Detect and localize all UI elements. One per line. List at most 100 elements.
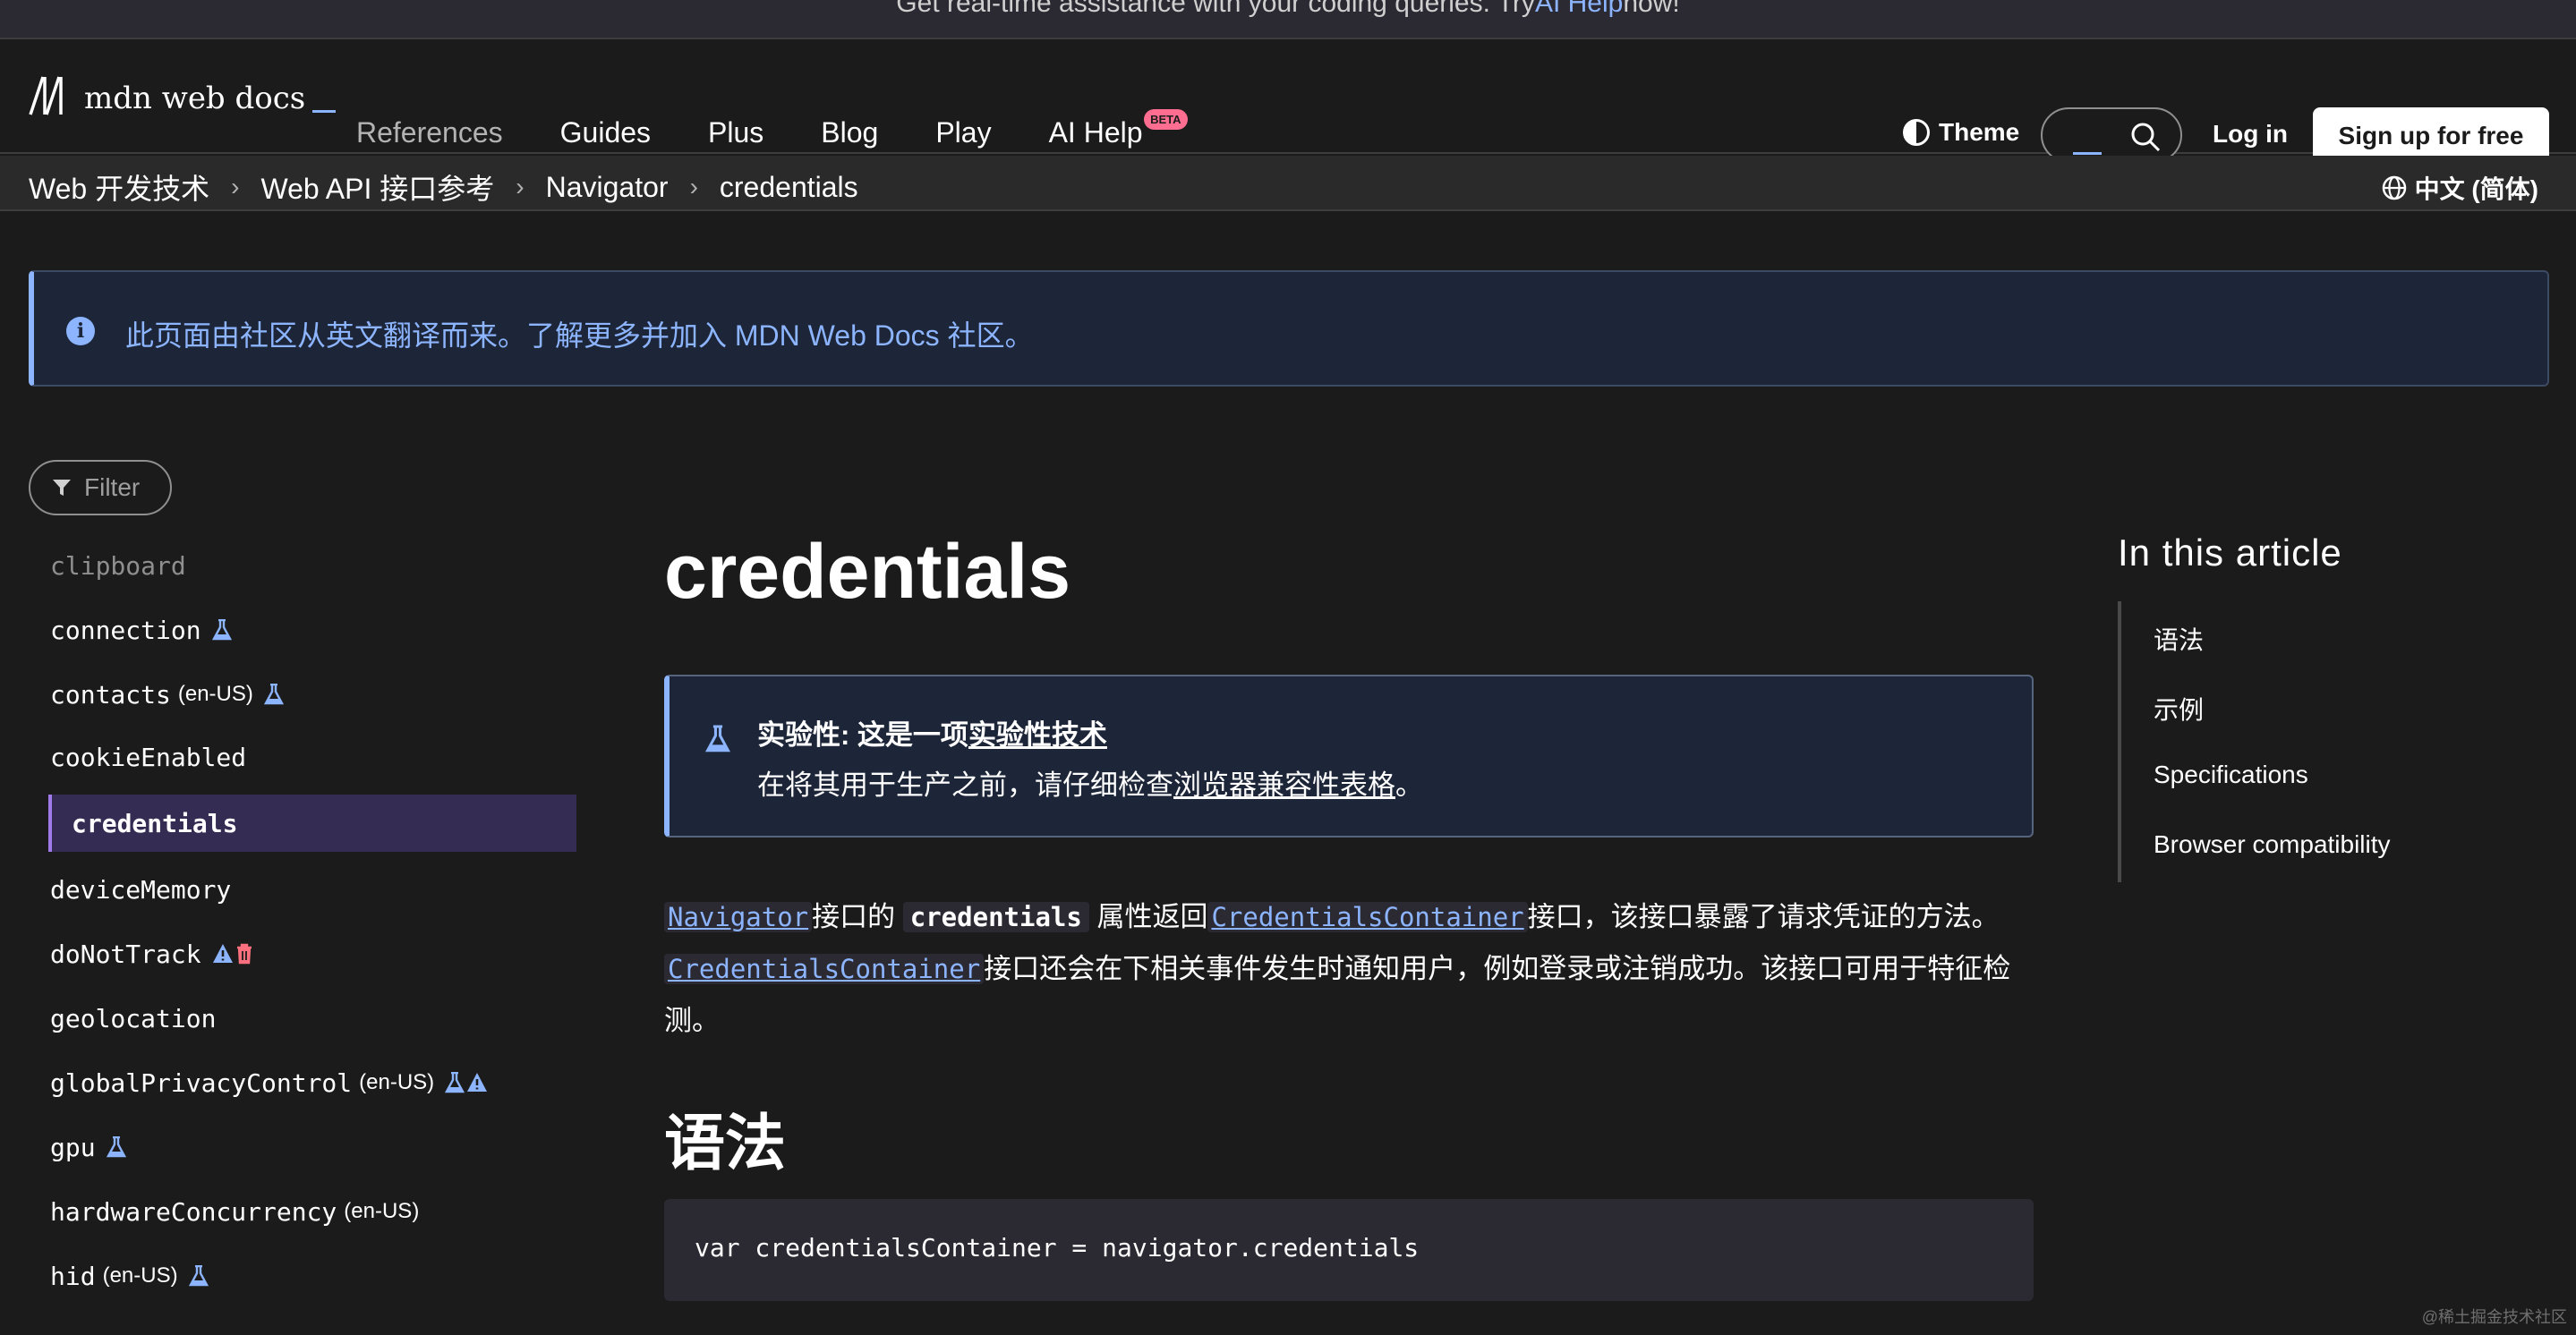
theme-label: Theme [1939, 118, 2020, 146]
nav-ai-help-label: AI Help [1048, 116, 1143, 149]
banner-suffix: now! [1623, 0, 1680, 18]
non-standard-warning-icon [212, 944, 233, 963]
experimental-flask-icon [106, 1136, 126, 1158]
intro-paragraph: Navigator 接口的 credentials 属性返回 Credentials… [664, 891, 2034, 1046]
intro-text-3: 接口，该接口暴露了请求凭证的方法。 [1527, 901, 2000, 932]
sidebar-item-hid[interactable]: hid (en-US) [50, 1247, 578, 1305]
sidebar-item-label: doNotTrack [50, 939, 201, 969]
browser-compat-link[interactable]: 浏览器兼容性表格 [1173, 770, 1395, 801]
beta-badge: BETA [1144, 109, 1188, 130]
sidebar-item-contacts[interactable]: contacts (en-US) [50, 666, 578, 723]
experimental-title: 实验性: 这是一项实验性技术 [757, 712, 1107, 753]
sidebar-item-cookieenabled[interactable]: cookieEnabled [50, 728, 578, 786]
login-link[interactable]: Log in [2213, 120, 2288, 149]
toc-item-syntax[interactable]: 语法 [2154, 621, 2204, 657]
theme-icon [1903, 119, 1930, 146]
sidebar-item-hardwareconcurrency[interactable]: hardwareConcurrency (en-US) [50, 1183, 578, 1240]
sidebar-item-locale: (en-US) [359, 1070, 435, 1094]
breadcrumb: Web 开发技术 › Web API 接口参考 › Navigator › cr… [29, 166, 858, 208]
top-banner: Get real-time assistance with your codin… [0, 0, 2576, 39]
chevron-right-icon: › [516, 173, 525, 200]
nav-references[interactable]: References [356, 116, 503, 149]
site-header: mdn web docs References Guides Plus Blog… [0, 39, 2576, 165]
breadcrumb-web[interactable]: Web 开发技术 [29, 166, 209, 208]
sidebar-item-credentials[interactable]: credentials [48, 795, 576, 852]
nav-ai-help[interactable]: AI Help BETA [1048, 109, 1188, 149]
search-button[interactable] [2041, 107, 2182, 163]
experimental-flask-icon [263, 684, 284, 705]
chevron-right-icon: › [231, 173, 240, 200]
breadcrumb-credentials[interactable]: credentials [720, 171, 858, 204]
banner-text: Get real-time assistance with your codin… [896, 0, 1535, 18]
table-of-contents: 语法 示例 Specifications Browser compatibili… [2118, 601, 2494, 882]
sidebar-item-label: credentials [72, 808, 238, 838]
toc-item-specifications[interactable]: Specifications [2154, 761, 2308, 789]
experimental-technology-link[interactable]: 实验性技术 [968, 719, 1107, 751]
breadcrumb-web-api[interactable]: Web API 接口参考 [260, 166, 494, 208]
theme-switcher[interactable]: Theme [1903, 118, 2019, 147]
sidebar-item-gpu[interactable]: gpu [50, 1118, 578, 1176]
banner-ai-help-link[interactable]: AI Help [1535, 0, 1623, 19]
nav-guides[interactable]: Guides [560, 116, 651, 149]
sidebar-item-label: gpu [50, 1132, 96, 1162]
experimental-flask-icon [445, 1072, 465, 1093]
breadcrumb-bar: Web 开发技术 › Web API 接口参考 › Navigator › cr… [0, 156, 2576, 211]
sidebar-item-label: contacts [50, 679, 171, 710]
breadcrumb-navigator[interactable]: Navigator [546, 171, 669, 204]
toc-item-browser-compat[interactable]: Browser compatibility [2154, 830, 2391, 859]
sidebar-item-geolocation[interactable]: geolocation [50, 990, 578, 1047]
experimental-notice: 实验性: 这是一项实验性技术 在将其用于生产之前，请仔细检查浏览器兼容性表格。 [664, 675, 2034, 838]
experimental-desc-suffix: 。 [1395, 770, 1423, 801]
translation-notice: i 此页面由社区从英文翻译而来。了解更多并加入 MDN Web Docs 社区。 [29, 270, 2549, 387]
language-switcher[interactable]: 中文 (简体) [2381, 170, 2538, 206]
syntax-heading: 语法 [664, 1110, 787, 1178]
sidebar-item-label: geolocation [50, 1003, 217, 1033]
sidebar-item-donottrack[interactable]: doNotTrack [50, 925, 578, 982]
logo-text: mdn web docs [84, 81, 306, 116]
toc-item-examples[interactable]: 示例 [2154, 691, 2204, 727]
sidebar-filter-button[interactable]: Filter [29, 460, 172, 515]
experimental-flask-icon [188, 1265, 209, 1287]
experimental-title-prefix: 实验性: 这是一项 [757, 719, 968, 751]
sidebar-item-connection[interactable]: connection [50, 601, 578, 659]
sidebar-item-label: clipboard [50, 550, 186, 581]
intro-text-1: 接口的 [812, 901, 896, 932]
logo-cursor [312, 110, 337, 113]
navigator-link[interactable]: Navigator [664, 902, 813, 932]
experimental-flask-icon [211, 619, 232, 641]
search-caret [2073, 152, 2102, 155]
credentials-code: credentials [902, 902, 1089, 932]
experimental-desc-prefix: 在将其用于生产之前，请仔细检查 [757, 770, 1173, 801]
sidebar-item-locale: (en-US) [177, 682, 253, 706]
sidebar-item-label: hardwareConcurrency [50, 1196, 337, 1227]
chevron-right-icon: › [689, 173, 698, 200]
nav-plus[interactable]: Plus [708, 116, 763, 149]
mdn-logo-icon [29, 76, 63, 115]
translation-notice-text[interactable]: 此页面由社区从英文翻译而来。了解更多并加入 MDN Web Docs 社区。 [125, 313, 1034, 354]
credentialscontainer-link[interactable]: CredentialsContainer [1207, 902, 1528, 932]
filter-label: Filter [84, 473, 141, 501]
credentialscontainer-link-2[interactable]: CredentialsContainer [664, 954, 985, 984]
sidebar-item-clipboard[interactable]: clipboard [50, 537, 578, 594]
filter-icon [53, 480, 71, 496]
non-standard-warning-icon [467, 1073, 488, 1092]
sidebar-item-label: hid [50, 1261, 96, 1291]
sidebar-item-label: globalPrivacyControl [50, 1067, 353, 1098]
search-icon [2131, 123, 2161, 152]
experimental-description: 在将其用于生产之前，请仔细检查浏览器兼容性表格。 [757, 762, 1423, 803]
sidebar-item-label: deviceMemory [50, 874, 232, 905]
experimental-flask-icon [705, 725, 730, 753]
sidebar-item-label: cookieEnabled [50, 742, 247, 772]
info-icon: i [66, 317, 95, 345]
toc-title: In this article [2118, 531, 2342, 574]
sidebar-item-devicememory[interactable]: deviceMemory [50, 861, 578, 918]
page-title: credentials [664, 529, 1071, 615]
nav-play[interactable]: Play [935, 116, 991, 149]
nav-blog[interactable]: Blog [821, 116, 878, 149]
globe-icon [2382, 175, 2406, 200]
syntax-code-block[interactable]: var credentialsContainer = navigator.cre… [664, 1199, 2034, 1301]
sidebar-item-locale: (en-US) [102, 1263, 178, 1288]
sidebar-item-globalprivacycontrol[interactable]: globalPrivacyControl (en-US) [50, 1054, 578, 1111]
intro-text-2: 属性返回 [1096, 901, 1208, 932]
mdn-logo[interactable]: mdn web docs [29, 75, 337, 116]
